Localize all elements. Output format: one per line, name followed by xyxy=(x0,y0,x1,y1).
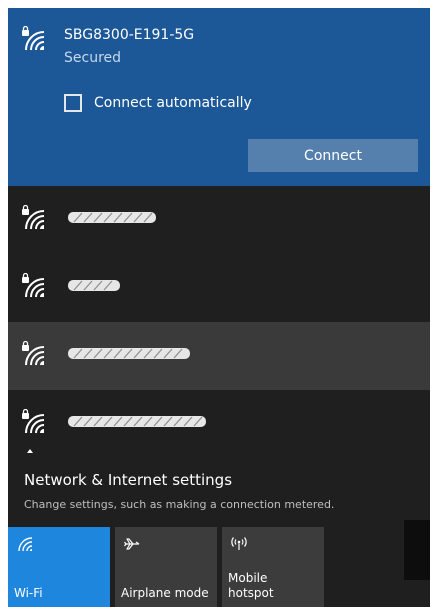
wifi-secured-icon xyxy=(22,409,45,434)
more-networks-indicator xyxy=(27,449,33,453)
redacted-network-name xyxy=(68,212,156,223)
selected-network-name: SBG8300-E191-5G xyxy=(64,27,195,43)
connect-automatically-checkbox[interactable]: Connect automatically xyxy=(64,91,252,115)
network-flyout: SBG8300-E191-5G Secured Connect automati… xyxy=(8,8,430,607)
network-item-1[interactable] xyxy=(8,186,430,254)
network-item-3[interactable] xyxy=(8,322,430,390)
selected-network-status: Secured xyxy=(64,50,122,66)
airplane-mode-tile[interactable]: Airplane mode xyxy=(115,527,217,607)
connect-button[interactable]: Connect xyxy=(248,139,418,172)
airplane-icon xyxy=(124,538,140,550)
settings-description: Change settings, such as making a connec… xyxy=(24,498,335,511)
side-edge xyxy=(404,520,430,580)
connect-automatically-label: Connect automatically xyxy=(94,95,252,111)
wifi-secured-icon xyxy=(22,205,45,230)
wifi-toggle-tile[interactable]: Wi-Fi xyxy=(8,527,110,607)
redacted-network-name xyxy=(68,416,206,427)
network-internet-settings-link[interactable]: Network & Internet settings xyxy=(24,471,232,489)
network-item-2[interactable] xyxy=(8,254,430,322)
wifi-icon xyxy=(18,537,33,552)
hotspot-icon xyxy=(231,537,247,550)
airplane-tile-label: Airplane mode xyxy=(121,586,209,600)
mobile-hotspot-tile[interactable]: Mobile hotspot xyxy=(222,527,324,607)
checkbox-box[interactable] xyxy=(64,94,82,112)
selected-network-panel[interactable]: SBG8300-E191-5G Secured Connect automati… xyxy=(8,8,430,186)
hotspot-tile-label: Mobile hotspot xyxy=(228,571,274,600)
wifi-secured-icon xyxy=(22,273,45,298)
wifi-secured-icon xyxy=(22,341,45,366)
redacted-network-name xyxy=(68,280,120,291)
wifi-tile-label: Wi-Fi xyxy=(14,586,43,600)
redacted-network-name xyxy=(68,348,190,359)
wifi-secured-icon xyxy=(22,26,45,51)
network-item-4[interactable] xyxy=(8,390,430,458)
